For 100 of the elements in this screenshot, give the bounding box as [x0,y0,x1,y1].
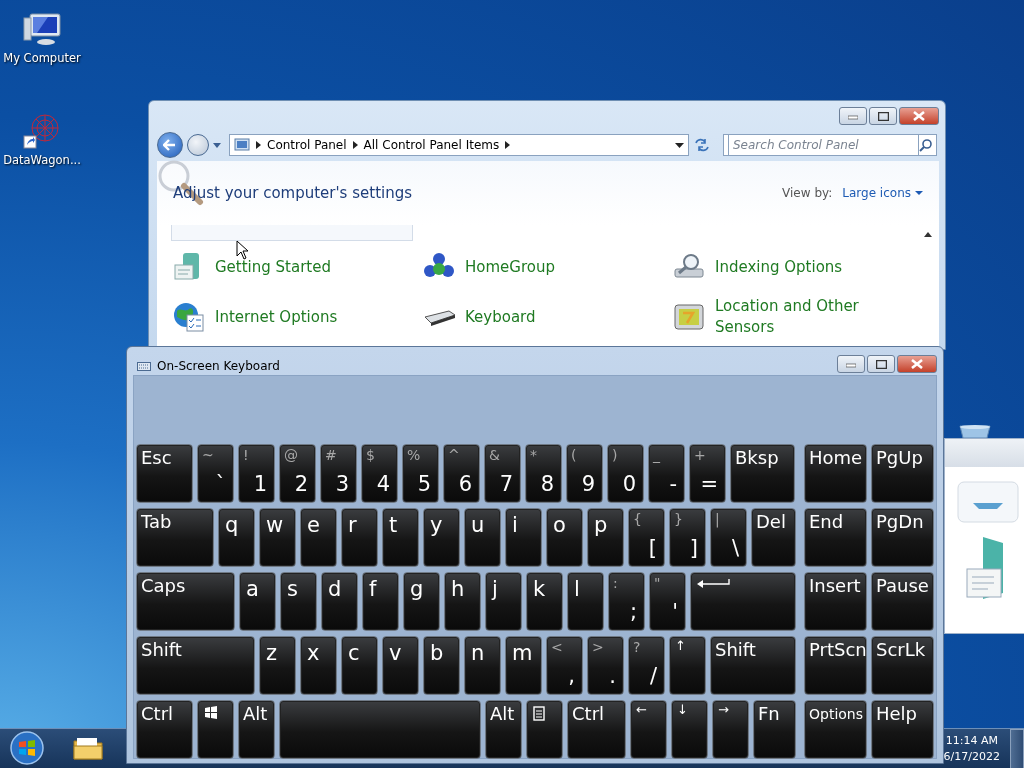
close-button[interactable] [897,355,937,373]
key-button[interactable]: d [321,572,358,631]
key-button[interactable]: o [546,508,583,567]
minimize-button[interactable] [839,107,867,125]
key-button[interactable]: n [464,636,501,695]
refresh-icon[interactable] [693,137,711,153]
breadcrumb-arrow-icon[interactable] [505,141,511,149]
key-button[interactable]: a [239,572,276,631]
key-button[interactable]: q [218,508,255,567]
key-button[interactable]: Ctrl [136,700,193,759]
key-button[interactable]: > . [587,636,624,695]
key-button[interactable]: % 5 [402,444,439,503]
key-button[interactable]: Shift [710,636,796,695]
key-button[interactable]: PgUp [871,444,934,503]
key-button[interactable]: Insert [804,572,867,631]
key-button[interactable]: e [300,508,337,567]
key-button[interactable]: @ 2 [279,444,316,503]
key-button[interactable]: Pause [871,572,934,631]
breadcrumb-arrow-icon[interactable] [352,141,358,149]
settings-link[interactable]: HomeGroup [423,247,673,287]
key-button[interactable]: } ] [669,508,706,567]
key-button[interactable]: Ctrl [567,700,626,759]
key-button[interactable]: z [259,636,296,695]
key-button[interactable]: p [587,508,624,567]
close-button[interactable] [899,107,939,125]
key-button[interactable]: ) 0 [607,444,644,503]
key-button[interactable]: : ; [608,572,645,631]
key-button[interactable]: ← [630,700,667,759]
dropdown-arrow-icon[interactable] [675,142,684,148]
key-button[interactable]: g [403,572,440,631]
key-button[interactable]: + = [689,444,726,503]
view-mode-dropdown[interactable]: Large icons [842,184,923,202]
key-button[interactable]: ~ ` [197,444,234,503]
maximize-button[interactable] [867,355,895,373]
key-button[interactable]: j [485,572,522,631]
settings-link[interactable]: Indexing Options [673,247,923,287]
clock-time[interactable]: 11:14 AM [943,733,1000,749]
network-shortcut-icon[interactable] [22,112,62,150]
key-button[interactable]: l [567,572,604,631]
key-button[interactable]: & 7 [484,444,521,503]
key-button[interactable]: x [300,636,337,695]
computer-icon[interactable] [22,10,62,48]
key-button[interactable]: m [505,636,542,695]
breadcrumb-item[interactable]: Control Panel [267,136,347,154]
minimize-button[interactable] [837,355,865,373]
back-button[interactable] [157,132,183,158]
space-key[interactable] [279,700,481,759]
forward-button[interactable] [187,134,209,156]
key-button[interactable]: ^ 6 [443,444,480,503]
key-button[interactable]: s [280,572,317,631]
key-button[interactable]: { [ [628,508,665,567]
key-button[interactable]: " ' [649,572,686,631]
key-button[interactable]: ! 1 [238,444,275,503]
key-button[interactable]: ( 9 [566,444,603,503]
key-button[interactable]: Bksp [730,444,795,503]
breadcrumb-item[interactable]: All Control Panel Items [363,136,500,154]
key-button[interactable]: Del [751,508,796,567]
key-button[interactable]: Options [804,700,867,759]
key-button[interactable]: k [526,572,563,631]
key-button[interactable]: Esc [136,444,193,503]
key-button[interactable]: _ - [648,444,685,503]
key-button[interactable]: ScrLk [871,636,934,695]
key-button[interactable]: Tab [136,508,214,567]
settings-link[interactable]: Keyboard [423,297,673,337]
key-button[interactable]: r [341,508,378,567]
key-button[interactable]: Fn [753,700,796,759]
settings-link[interactable]: Internet Options [173,297,423,337]
key-button[interactable]: b [423,636,460,695]
maximize-button[interactable] [869,107,897,125]
key-button[interactable]: Home [804,444,867,503]
key-button[interactable]: End [804,508,867,567]
key-button[interactable]: Caps [136,572,235,631]
key-button[interactable]: $ 4 [361,444,398,503]
enter-key[interactable] [690,572,796,631]
key-button[interactable]: u [464,508,501,567]
breadcrumb-arrow-icon[interactable] [256,141,261,149]
key-button[interactable]: v [382,636,419,695]
search-field[interactable]: Search Control Panel [723,134,937,156]
settings-link[interactable]: Location and Other Sensors [673,297,923,337]
key-button[interactable]: | \ [710,508,747,567]
key-button[interactable]: c [341,636,378,695]
key-button[interactable]: PrtScn [804,636,867,695]
clock-date[interactable]: 6/17/2022 [943,749,1000,765]
key-button[interactable]: < , [546,636,583,695]
scroll-up-icon[interactable] [923,231,933,238]
key-button[interactable]: * 8 [525,444,562,503]
key-button[interactable]: h [444,572,481,631]
desktop-icon-label[interactable]: My Computer [0,50,84,68]
show-desktop-button[interactable] [1010,729,1024,768]
key-button[interactable]: PgDn [871,508,934,567]
key-button[interactable]: f [362,572,399,631]
key-button[interactable]: ↓ [671,700,708,759]
address-bar[interactable]: Control Panel All Control Panel Items [229,134,689,156]
key-button[interactable]: Shift [136,636,255,695]
start-button[interactable] [10,731,44,765]
key-button[interactable]: t [382,508,419,567]
key-button[interactable]: Alt [485,700,522,759]
key-button[interactable]: Help [871,700,934,759]
key-button[interactable]: y [423,508,460,567]
key-button[interactable] [526,700,563,759]
